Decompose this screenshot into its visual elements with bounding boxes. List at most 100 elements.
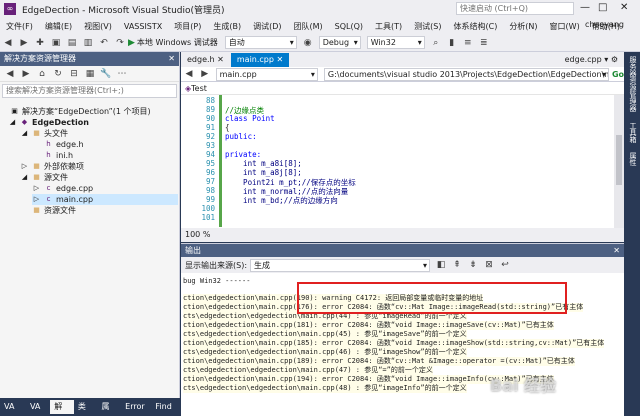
start-debug-button[interactable]: 本地 Windows 调试器 — [137, 37, 218, 48]
bookmark-icon[interactable]: ▮ — [446, 37, 458, 49]
save-icon[interactable]: ▤ — [66, 37, 78, 49]
expand-icon[interactable]: ◢ — [20, 129, 29, 138]
scroll-thumb[interactable] — [616, 135, 622, 185]
properties-tab[interactable]: 属性 — [626, 152, 638, 166]
attach-mode-combo[interactable]: 自动 — [224, 36, 297, 49]
view-code-icon[interactable]: ⋯ — [116, 68, 128, 80]
prev-message-icon[interactable]: ⇞ — [451, 259, 463, 271]
minimize-button[interactable]: — — [580, 2, 590, 13]
uncomment-icon[interactable]: ≣ — [478, 37, 490, 49]
undo-icon[interactable]: ↶ — [98, 37, 110, 49]
menu-architecture[interactable]: 体系结构(C) — [447, 21, 503, 32]
tree-item-project[interactable]: ◢ ◆ EdgeDection — [8, 117, 89, 128]
back-icon[interactable]: ◀ — [183, 68, 195, 80]
back-icon[interactable]: ◀ — [2, 37, 14, 49]
tab-error-list[interactable]: Error L... — [121, 400, 151, 414]
menu-vassistx[interactable]: VASSISTX — [118, 22, 168, 31]
forward-icon[interactable]: ▶ — [199, 68, 211, 80]
menu-project[interactable]: 项目(P) — [168, 21, 207, 32]
debug-tool-icon[interactable]: ◉ — [302, 37, 314, 49]
new-project-icon[interactable]: ✚ — [34, 37, 46, 49]
open-icon[interactable]: ▣ — [50, 37, 62, 49]
tab-solution-explorer[interactable]: 解决... — [50, 400, 74, 414]
close-panel-icon[interactable]: ✕ — [168, 52, 175, 66]
menu-analyze[interactable]: 分析(N) — [503, 21, 543, 32]
find-icon[interactable]: ⌕ — [430, 37, 442, 49]
expand-icon[interactable]: ◢ — [20, 173, 29, 182]
word-wrap-icon[interactable]: ↩ — [499, 259, 511, 271]
clear-all-icon[interactable]: ⊠ — [483, 259, 495, 271]
comment-icon[interactable]: ≡ — [462, 37, 474, 49]
next-message-icon[interactable]: ⇟ — [467, 259, 479, 271]
tab-va-w[interactable]: VA W... — [0, 400, 26, 414]
close-button[interactable]: ✕ — [620, 2, 628, 13]
tab-properties[interactable]: 属性... — [98, 400, 122, 414]
collapse-all-icon[interactable]: ⊟ — [68, 68, 80, 80]
forward-icon[interactable]: ▶ — [20, 68, 32, 80]
collapsed-icon[interactable]: ▷ — [32, 184, 41, 193]
file-combo[interactable]: main.cpp — [215, 67, 318, 81]
tree-item-edge-cpp[interactable]: ▷ c edge.cpp — [32, 183, 93, 194]
tab-class-view[interactable]: 类视图 — [74, 400, 98, 414]
close-tab-icon[interactable]: ✕ — [277, 55, 284, 64]
editor-scrollbar[interactable] — [614, 95, 624, 228]
tree-item-ini-h[interactable]: h ini.h — [44, 150, 73, 161]
zoom-level[interactable]: 100 % — [181, 228, 624, 242]
expand-icon[interactable]: ◢ — [8, 118, 17, 127]
close-panel-icon[interactable]: ✕ — [613, 244, 620, 257]
platform-combo[interactable]: Win32 — [366, 36, 425, 49]
user-name[interactable]: chaoyang — [585, 20, 624, 29]
toolbox-tab[interactable]: 工具箱 — [626, 122, 638, 143]
show-all-icon[interactable]: ▦ — [84, 68, 96, 80]
menu-sql[interactable]: SQL(Q) — [329, 22, 369, 31]
close-tab-icon[interactable]: ✕ — [217, 55, 224, 64]
dropdown-icon[interactable]: ▾ — [604, 55, 608, 64]
output-source-combo[interactable]: 生成 — [250, 258, 431, 272]
tree-item-solution[interactable]: ▣ 解决方案“EdgeDection”(1 个项目) — [10, 106, 150, 117]
path-combo[interactable]: G:\documents\visual studio 2013\Projects… — [323, 67, 609, 81]
tab-va-v[interactable]: VA V... — [26, 400, 50, 414]
menu-build[interactable]: 生成(B) — [207, 21, 247, 32]
properties-icon[interactable]: 🔧 — [100, 68, 112, 80]
line-number: 97 — [205, 177, 215, 186]
menu-view[interactable]: 视图(V) — [78, 21, 118, 32]
quick-launch-input[interactable]: 快速启动 (Ctrl+Q) — [456, 2, 574, 15]
menu-edit[interactable]: 编辑(E) — [39, 21, 78, 32]
collapsed-icon[interactable]: ▷ — [32, 195, 41, 204]
code-area[interactable]: 88 89 90 91 92 93 94 95 96 97 98 99 100 … — [181, 95, 624, 227]
home-icon[interactable]: ⌂ — [36, 68, 48, 80]
menu-file[interactable]: 文件(F) — [0, 21, 39, 32]
forward-icon[interactable]: ▶ — [18, 37, 30, 49]
go-button[interactable]: Go — [612, 70, 624, 79]
gear-icon[interactable]: ⚙ — [611, 55, 618, 64]
code-line: { — [225, 123, 230, 132]
scope-combo[interactable]: Test — [191, 84, 207, 93]
tab-find-symbol[interactable]: Find S... — [151, 400, 180, 414]
tree-item-external-deps[interactable]: ▷ ■ 外部依赖项 — [20, 161, 84, 172]
menu-tools[interactable]: 工具(T) — [369, 21, 408, 32]
start-debug-icon[interactable]: ▶ — [128, 38, 135, 48]
tree-item-source-files[interactable]: ◢ ■ 源文件 — [20, 172, 68, 183]
solution-search-input[interactable]: 搜索解决方案资源管理器(Ctrl+;) — [2, 84, 177, 98]
maximize-button[interactable]: □ — [598, 2, 607, 13]
tree-item-resource-files[interactable]: ■ 资源文件 — [32, 205, 76, 216]
save-all-icon[interactable]: ▥ — [82, 37, 94, 49]
tree-item-main-cpp[interactable]: ▷ c main.cpp — [32, 194, 178, 205]
menu-test[interactable]: 测试(S) — [408, 21, 447, 32]
collapsed-icon[interactable]: ▷ — [20, 162, 29, 171]
tab-edge-cpp[interactable]: edge.cpp ▾ ⚙ — [559, 53, 624, 67]
tab-main-cpp[interactable]: main.cpp ✕ — [230, 53, 290, 67]
server-explorer-tab[interactable]: 服务器资源管理器 — [626, 56, 638, 112]
back-icon[interactable]: ◀ — [4, 68, 16, 80]
redo-icon[interactable]: ↷ — [114, 37, 126, 49]
configuration-combo[interactable]: Debug — [318, 36, 361, 49]
menu-window[interactable]: 窗口(W) — [544, 21, 586, 32]
menu-debug[interactable]: 调试(D) — [247, 21, 287, 32]
output-source-label: 显示输出来源(S): — [185, 260, 248, 270]
refresh-icon[interactable]: ↻ — [52, 68, 64, 80]
tree-item-header-files[interactable]: ◢ ■ 头文件 — [20, 128, 68, 139]
find-message-icon[interactable]: ◧ — [435, 259, 447, 271]
menu-team[interactable]: 团队(M) — [287, 21, 328, 32]
tab-edge-h[interactable]: edge.h ✕ — [181, 53, 230, 67]
tree-item-edge-h[interactable]: h edge.h — [44, 139, 83, 150]
